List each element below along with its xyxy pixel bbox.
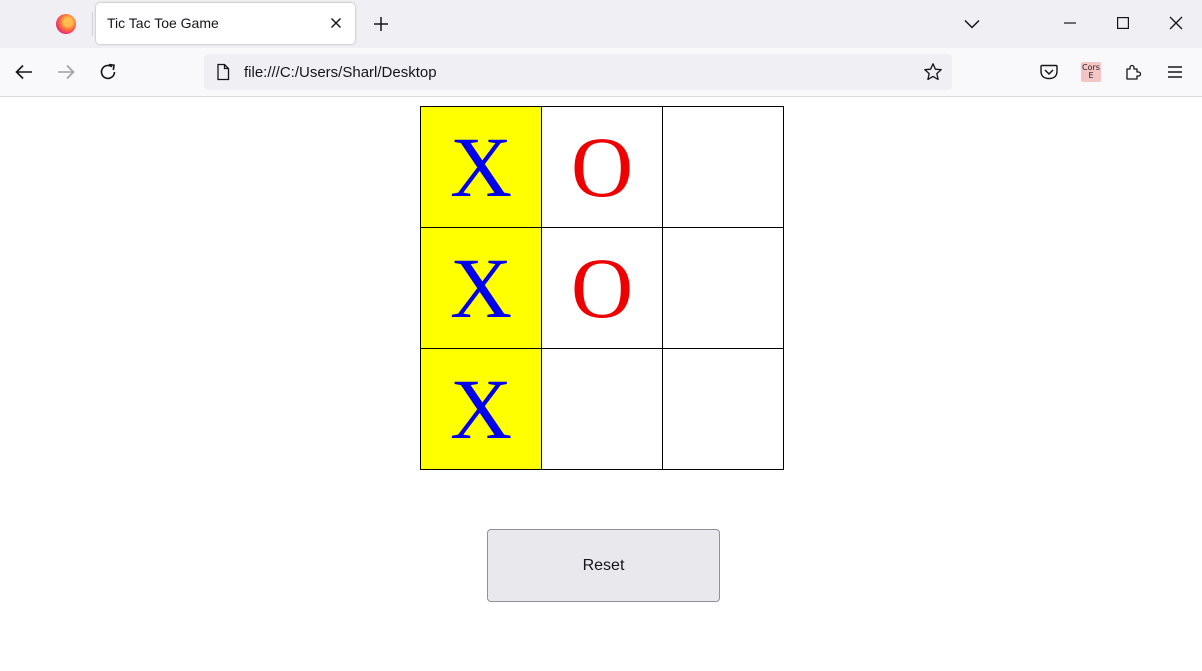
close-tab-icon[interactable] bbox=[325, 12, 347, 34]
hamburger-menu-icon[interactable] bbox=[1159, 56, 1191, 88]
navigation-toolbar: file:///C:/Users/Sharl/Desktop Cors E bbox=[0, 48, 1202, 97]
reset-button[interactable]: Reset bbox=[487, 529, 720, 602]
board-cell-1-1[interactable]: X bbox=[420, 106, 542, 228]
url-text[interactable]: file:///C:/Users/Sharl/Desktop bbox=[244, 64, 437, 81]
cors-badge-line-2: E bbox=[1088, 71, 1094, 80]
board-cell-2-2[interactable]: O bbox=[541, 227, 663, 349]
board-cell-2-3[interactable] bbox=[662, 227, 784, 349]
firefox-logo-icon[interactable] bbox=[56, 14, 76, 34]
board-row: X O bbox=[420, 106, 784, 228]
board-cell-3-3[interactable] bbox=[662, 348, 784, 470]
board-cell-1-3[interactable] bbox=[662, 106, 784, 228]
board-cell-3-1[interactable]: X bbox=[420, 348, 542, 470]
maximize-icon[interactable] bbox=[1097, 0, 1149, 46]
new-tab-plus-icon[interactable] bbox=[368, 11, 394, 37]
active-tab[interactable]: Tic Tac Toe Game bbox=[96, 3, 355, 44]
board-cell-1-2[interactable]: O bbox=[541, 106, 663, 228]
puzzle-icon[interactable] bbox=[1117, 56, 1149, 88]
tic-tac-toe-board: X O X O X bbox=[420, 106, 784, 470]
cors-extension-badge: Cors E bbox=[1081, 62, 1101, 82]
back-arrow-icon[interactable] bbox=[8, 56, 40, 88]
pocket-icon[interactable] bbox=[1033, 56, 1065, 88]
board-cell-3-2[interactable] bbox=[541, 348, 663, 470]
forward-arrow-icon[interactable] bbox=[50, 56, 82, 88]
board-cell-2-1[interactable]: X bbox=[420, 227, 542, 349]
list-tabs-chevron-down-icon[interactable] bbox=[959, 11, 985, 37]
reload-icon[interactable] bbox=[92, 56, 124, 88]
board-row: X O bbox=[420, 227, 784, 349]
address-bar[interactable]: file:///C:/Users/Sharl/Desktop bbox=[204, 54, 952, 90]
cors-extension-icon[interactable]: Cors E bbox=[1075, 56, 1107, 88]
board-row: X bbox=[420, 348, 784, 470]
tab-title: Tic Tac Toe Game bbox=[107, 15, 219, 31]
minimize-icon[interactable] bbox=[1044, 0, 1096, 46]
bookmark-star-icon[interactable] bbox=[920, 59, 946, 85]
tab-strip: Tic Tac Toe Game bbox=[0, 0, 1202, 48]
tab-separator bbox=[92, 12, 93, 36]
page-icon bbox=[214, 63, 232, 81]
close-window-icon[interactable] bbox=[1150, 0, 1202, 46]
